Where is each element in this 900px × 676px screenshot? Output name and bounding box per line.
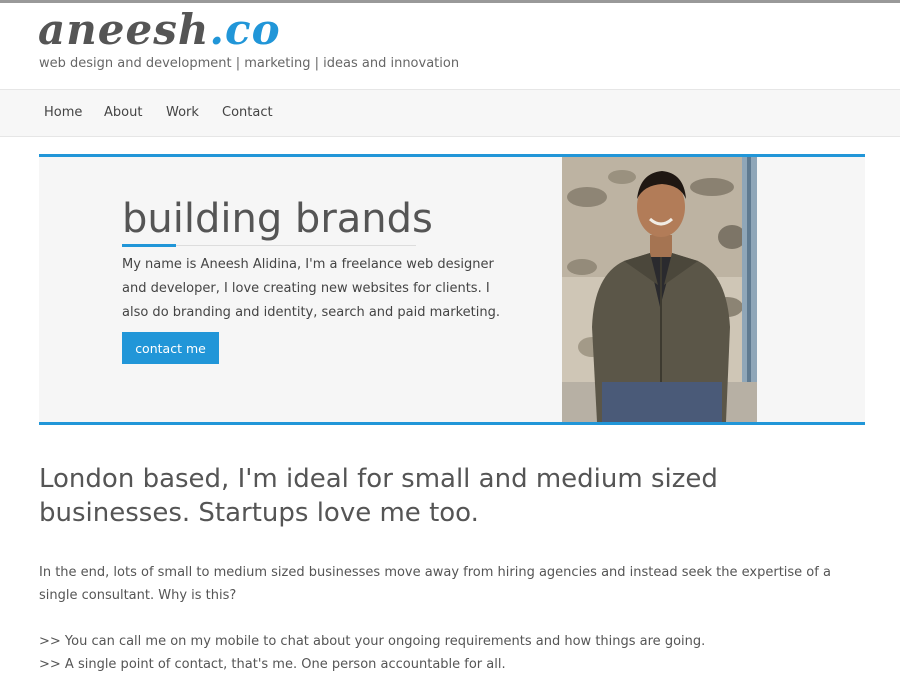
nav-item-contact[interactable]: Contact <box>222 105 273 120</box>
hero-banner: building brands My name is Aneesh Alidin… <box>39 154 865 425</box>
bullet-point: >> You can call me on my mobile to chat … <box>39 634 706 649</box>
bullet-point: >> A single point of contact, that's me.… <box>39 657 506 672</box>
site-logo[interactable]: aneesh.co <box>38 4 281 56</box>
hero-description: My name is Aneesh Alidina, I'm a freelan… <box>122 257 501 320</box>
logo-accent-text: .co <box>209 5 281 54</box>
nav-item-home[interactable]: Home <box>44 105 82 120</box>
site-tagline: web design and development | marketing |… <box>39 56 460 71</box>
main-headline: London based, I'm ideal for small and me… <box>39 464 718 528</box>
hero-title-underline <box>122 244 416 247</box>
hero-title: building brands <box>122 196 433 242</box>
browser-top-border <box>0 0 900 3</box>
contact-me-button[interactable]: contact me <box>122 332 219 364</box>
nav-item-about[interactable]: About <box>104 105 142 120</box>
nav-item-work[interactable]: Work <box>166 105 199 120</box>
main-navigation: Home About Work Contact <box>0 89 900 137</box>
logo-text: aneesh <box>38 5 210 54</box>
intro-paragraph: In the end, lots of small to medium size… <box>39 565 831 603</box>
profile-photo <box>562 157 757 422</box>
